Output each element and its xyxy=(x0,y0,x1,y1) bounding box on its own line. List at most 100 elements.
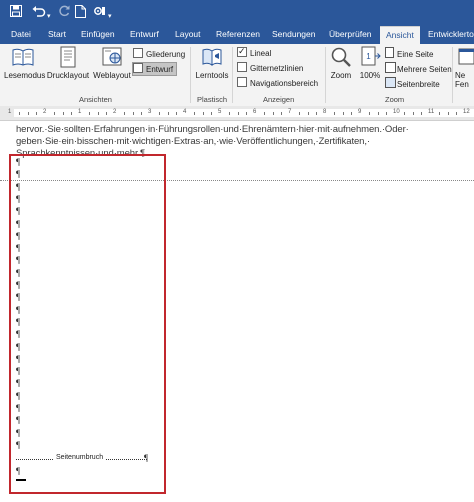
eine-seite-button[interactable]: Eine Seite xyxy=(385,47,433,59)
ruler-tick xyxy=(176,112,178,115)
ruler-tick xyxy=(132,112,134,115)
gliederung-label: Gliederung xyxy=(146,50,186,59)
ruler-tick xyxy=(27,112,29,115)
ruler-number: 2 xyxy=(43,109,47,115)
zoom-button[interactable]: Zoom xyxy=(328,46,354,80)
ruler-tick xyxy=(386,112,388,115)
ruler-tick xyxy=(403,112,405,115)
redo-icon[interactable] xyxy=(58,5,70,21)
undo-dropdown-icon[interactable]: ▾ xyxy=(47,9,51,25)
learning-tools-icon xyxy=(201,46,223,68)
ruler-number: 11 xyxy=(428,109,435,115)
checkbox-checked-icon xyxy=(237,45,247,57)
gitternetzlinien-checkbox[interactable]: Gitternetzlinien xyxy=(237,62,303,74)
title-bar: ▾ ▾ xyxy=(0,0,474,26)
lerntools-label: Lerntools xyxy=(195,71,229,80)
ruler-tick xyxy=(281,112,283,115)
neues-fenster-button[interactable]: Ne Fen xyxy=(455,46,474,89)
multiple-pages-icon xyxy=(385,62,396,73)
tab-referenzen[interactable]: Referenzen xyxy=(216,26,260,44)
tab-ueberpruefen[interactable]: Überprüfen xyxy=(329,26,372,44)
ruler-tick xyxy=(316,112,318,115)
one-page-icon xyxy=(385,47,394,58)
entwurf-label: Entwurf xyxy=(146,65,174,74)
ruler-tick xyxy=(141,112,143,115)
group-separator xyxy=(190,47,191,103)
save-icon[interactable] xyxy=(10,5,22,21)
tab-entwurf[interactable]: Entwurf xyxy=(130,26,159,44)
ruler-tick xyxy=(228,112,230,115)
tab-layout[interactable]: Layout xyxy=(175,26,201,44)
ruler-tick xyxy=(421,112,423,115)
group-separator xyxy=(325,47,326,103)
ruler-tick xyxy=(351,112,353,115)
customize-icon[interactable] xyxy=(92,5,106,21)
ruler-tick xyxy=(211,112,213,115)
lineal-label: Lineal xyxy=(250,49,272,58)
checkbox-icon xyxy=(237,77,247,87)
zoom-100-button[interactable]: 1 100% xyxy=(357,46,383,80)
ruler-number: 1 xyxy=(78,109,82,115)
ruler-number: 2 xyxy=(113,109,117,115)
ruler-number: 1 xyxy=(8,109,12,115)
lineal-checkbox[interactable]: Lineal xyxy=(237,45,272,59)
tab-sendungen[interactable]: Sendungen xyxy=(272,26,316,44)
mehrere-seiten-label: Mehrere Seiten xyxy=(397,65,452,74)
ruler-tick xyxy=(62,112,64,115)
zoom-label: Zoom xyxy=(330,71,352,80)
document-area[interactable]: hervor.·Sie·sollten·Erfahrungen·in·Führu… xyxy=(0,121,474,502)
seitenbreite-button[interactable]: Seitenbreite xyxy=(385,77,440,89)
tab-entwicklertools[interactable]: Entwicklertools xyxy=(428,26,474,44)
new-window-icon xyxy=(455,46,474,68)
lesemodus-label: Lesemodus xyxy=(4,71,46,80)
ribbon: Lesemodus Drucklayout Weblayout Gliederu… xyxy=(0,44,474,107)
plastisch-group-label: Plastisch xyxy=(197,95,228,104)
ribbon-tabs: Datei Start Einfügen Entwurf Layout Refe… xyxy=(0,26,474,45)
book-icon xyxy=(12,46,34,68)
ruler-tick xyxy=(97,112,99,115)
ruler-number: 3 xyxy=(148,109,152,115)
draft-icon xyxy=(133,63,143,73)
ruler-tick xyxy=(377,112,379,115)
mehrere-seiten-button[interactable]: Mehrere Seiten xyxy=(385,62,452,74)
seitenbreite-label: Seitenbreite xyxy=(397,80,440,89)
ruler-tick xyxy=(167,112,169,115)
ruler-tick xyxy=(237,112,239,115)
ruler-tick xyxy=(18,112,20,115)
ruler-tick xyxy=(158,112,160,115)
ruler-tick xyxy=(307,112,309,115)
lerntools-button[interactable]: Lerntools xyxy=(194,46,230,80)
new-document-icon[interactable] xyxy=(75,5,86,22)
navigationsbereich-label: Navigationsbereich xyxy=(250,79,319,88)
qat-dropdown-icon[interactable]: ▾ xyxy=(108,9,112,25)
tab-start[interactable]: Start xyxy=(48,26,66,44)
ruler-tick xyxy=(202,112,204,115)
page-100-icon: 1 xyxy=(359,46,381,68)
web-layout-icon xyxy=(101,46,123,68)
anzeigen-group-label: Anzeigen xyxy=(263,95,295,104)
svg-text:1: 1 xyxy=(366,52,371,61)
print-layout-icon xyxy=(57,46,79,68)
ruler-number: 9 xyxy=(358,109,362,115)
ruler-number: 6 xyxy=(253,109,257,115)
group-separator xyxy=(232,47,233,103)
undo-icon[interactable] xyxy=(32,5,46,21)
entwurf-button[interactable]: Entwurf xyxy=(132,62,178,76)
ruler-number: 12 xyxy=(463,109,470,115)
ruler-tick xyxy=(447,112,449,115)
tab-ansicht[interactable]: Ansicht xyxy=(380,26,420,45)
weblayout-button[interactable]: Weblayout xyxy=(92,46,132,80)
drucklayout-button[interactable]: Drucklayout xyxy=(45,46,91,80)
navigationsbereich-checkbox[interactable]: Navigationsbereich xyxy=(237,77,318,89)
tab-datei[interactable]: Datei xyxy=(11,26,31,44)
magnifier-icon xyxy=(330,46,352,68)
drucklayout-label: Drucklayout xyxy=(46,71,90,80)
ruler-tick xyxy=(246,112,248,115)
ruler-tick xyxy=(456,112,458,115)
gliederung-button[interactable]: Gliederung xyxy=(133,48,185,60)
ruler-number: 10 xyxy=(393,109,400,115)
lesemodus-button[interactable]: Lesemodus xyxy=(4,46,46,80)
tab-einfuegen[interactable]: Einfügen xyxy=(81,26,115,44)
page-width-icon xyxy=(385,77,396,88)
ruler: 1 2 1 2 3 4 5 6 7 8 9 10 11 12 xyxy=(0,106,474,121)
